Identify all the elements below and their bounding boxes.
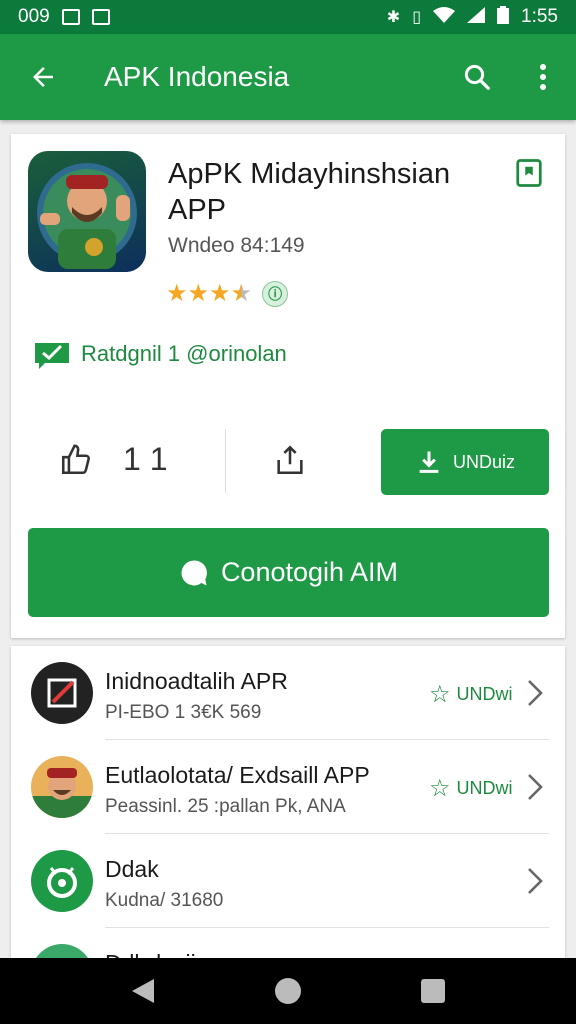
divider <box>225 429 226 493</box>
list-item[interactable]: Inidnoadtalih APR PI-EBO 1 3€K 569 ☆ UND… <box>11 646 565 740</box>
app-title: ApPK Midayhinshsian APP <box>168 158 451 226</box>
nav-recents-button[interactable] <box>403 961 463 1021</box>
related-apps-list: Inidnoadtalih APR PI-EBO 1 3€K 569 ☆ UND… <box>11 646 565 958</box>
primary-action-button[interactable]: Conotogih AIM <box>28 528 549 617</box>
star-icon: ★ <box>187 280 210 307</box>
list-item-action-label: UNDwi <box>456 684 513 704</box>
like-count: 1 1 <box>123 441 168 477</box>
list-item-title: Ddak <box>105 856 159 882</box>
info-badge-icon[interactable]: ⓘ <box>262 281 289 307</box>
app-detail-card: ApPK Midayhinshsian APP Wndeo 84:149 ★ ★… <box>11 134 565 638</box>
list-item-subtitle: Peassinl. 25 :pallan Pk, ANA <box>105 796 346 817</box>
star-half-icon: ★ <box>230 280 253 307</box>
app-version: Wndeo 84:149 <box>168 234 305 257</box>
verified-row: Ratdgnil 1 @orinolan <box>33 339 287 369</box>
verified-text: Ratdgnil 1 @orinolan <box>81 341 287 366</box>
circle-home-icon <box>274 978 301 1004</box>
search-button[interactable] <box>444 34 510 120</box>
download-label: UNDuiz <box>452 451 515 472</box>
bluetooth-icon: ✱ <box>386 9 401 26</box>
android-icon <box>31 850 93 912</box>
stats-row: 1 1 UNDuiz <box>11 429 565 499</box>
chevron-right-icon <box>525 772 545 807</box>
arrow-left-icon <box>33 67 53 87</box>
star-outline-icon: ☆ <box>429 775 451 802</box>
download-icon <box>419 451 439 473</box>
list-item-title: Ddlwlasiia <box>105 950 209 958</box>
status-time: 1:55 <box>521 6 558 27</box>
star-icon: ★ <box>209 280 231 307</box>
rating-stars: ★ ★ ★ ★ ⓘ <box>166 280 289 307</box>
character-avatar <box>31 756 93 818</box>
star-outline-icon: ☆ <box>429 681 451 708</box>
battery-icon <box>497 5 510 29</box>
share-icon[interactable] <box>273 443 307 477</box>
chevron-right-icon <box>525 866 545 901</box>
list-item-title: Inidnoadtalih APR <box>105 668 288 694</box>
wifi-icon <box>433 6 456 28</box>
square-recents-icon <box>421 979 446 1003</box>
status-left-text: 009 <box>18 6 50 27</box>
list-item-title: Eutlaolotata/ Exdsaill APP <box>105 762 370 788</box>
app-icon <box>28 151 146 272</box>
bookmark-icon <box>516 159 542 187</box>
chevron-right-icon <box>525 678 545 713</box>
app-bar: APK Indonesia <box>0 34 576 120</box>
list-item-action[interactable]: ☆ UNDwi <box>429 774 513 803</box>
list-item-action[interactable]: ☆ UNDwi <box>429 680 513 709</box>
triangle-back-icon <box>131 979 154 1003</box>
navigation-bar <box>0 958 576 1024</box>
page-title: APK Indonesia <box>104 61 290 92</box>
search-icon <box>464 64 490 90</box>
nav-back-button[interactable] <box>113 961 173 1021</box>
pencil-icon <box>31 662 93 724</box>
list-item[interactable]: Ddak Kudna/ 31680 <box>11 834 565 928</box>
bookmark-button[interactable] <box>514 158 544 193</box>
status-bar: 009 ✱ ▯ 1:55 <box>0 0 576 34</box>
more-options-button[interactable] <box>510 34 576 120</box>
primary-action-label: Conotogih AIM <box>220 557 399 587</box>
download-button[interactable]: UNDuiz <box>381 429 549 495</box>
notification-icon-2 <box>91 9 110 25</box>
list-item[interactable]: Ddlwlasiia <box>11 928 565 958</box>
star-icon: ★ <box>166 280 188 307</box>
list-item[interactable]: Eutlaolotata/ Exdsaill APP Peassinl. 25 … <box>11 740 565 834</box>
vibrate-icon: ▯ <box>412 9 422 26</box>
nav-home-button[interactable] <box>258 961 318 1021</box>
chat-bubble-icon <box>181 559 207 585</box>
notification-icon <box>61 9 80 25</box>
app-icon <box>31 944 93 958</box>
list-item-subtitle: PI-EBO 1 3€K 569 <box>105 702 262 723</box>
more-vert-icon <box>540 64 546 90</box>
list-item-action-label: UNDwi <box>456 778 513 798</box>
verified-check-icon <box>35 343 69 369</box>
thumbs-up-icon[interactable] <box>59 443 93 477</box>
signal-icon <box>467 6 486 28</box>
back-button[interactable] <box>0 34 86 120</box>
list-item-subtitle: Kudna/ 31680 <box>105 890 224 911</box>
